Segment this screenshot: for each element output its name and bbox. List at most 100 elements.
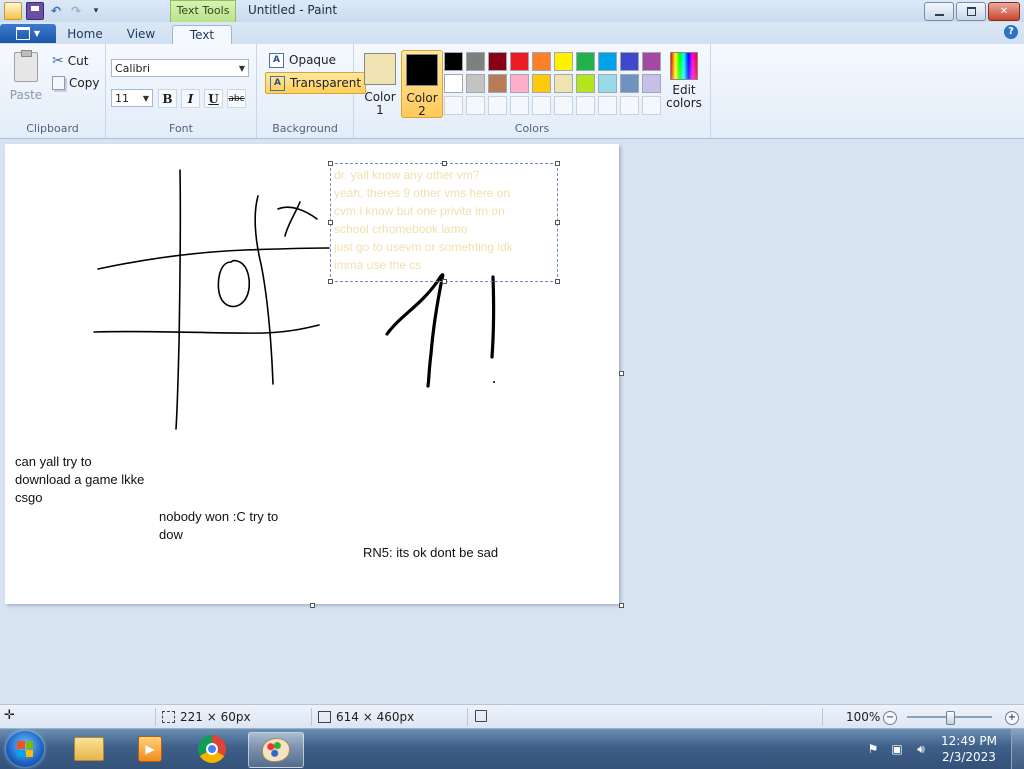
palette-custom-slot[interactable] (532, 96, 551, 115)
selection-handle-sw[interactable] (328, 279, 333, 284)
grid-line-vertical-left (175, 169, 182, 430)
taskbar-explorer[interactable] (66, 732, 112, 766)
canvas-resize-handle-corner[interactable] (619, 603, 624, 608)
start-button[interactable] (6, 731, 44, 767)
volume-icon[interactable]: 🔊︎ (913, 741, 929, 757)
number-one-stroke (385, 273, 445, 388)
palette-swatch[interactable] (598, 74, 617, 93)
italic-button[interactable]: I (181, 89, 200, 108)
palette-swatch[interactable] (444, 52, 463, 71)
selection-handle-n[interactable] (442, 161, 447, 166)
palette-custom-slot[interactable] (576, 96, 595, 115)
palette-custom-slot[interactable] (488, 96, 507, 115)
palette-custom-slot[interactable] (620, 96, 639, 115)
show-desktop-button[interactable] (1011, 729, 1024, 769)
selection-handle-nw[interactable] (328, 161, 333, 166)
palette-swatch[interactable] (576, 52, 595, 71)
font-family-select[interactable]: Calibri ▼ (111, 59, 249, 77)
opaque-button[interactable]: A Opaque (265, 50, 340, 70)
ribbon-tab-row: ▼ Home View Text ? (0, 22, 1024, 46)
selection-handle-e[interactable] (555, 220, 560, 225)
selection-handle-w[interactable] (328, 220, 333, 225)
palette-swatch[interactable] (488, 74, 507, 93)
palette-swatch[interactable] (466, 52, 485, 71)
drawing-canvas[interactable]: can yall try to download a game lkke csg… (5, 144, 619, 604)
zoom-slider-thumb[interactable] (946, 711, 955, 725)
zoom-out-button[interactable]: − (883, 711, 897, 725)
palette-swatch[interactable] (620, 74, 639, 93)
maximize-button[interactable] (956, 2, 986, 21)
paint-menu-button[interactable]: ▼ (0, 24, 56, 43)
status-separator (311, 708, 312, 726)
underline-button[interactable]: U (204, 89, 223, 108)
selection-handle-se[interactable] (555, 279, 560, 284)
palette-swatch[interactable] (620, 52, 639, 71)
text-tools-context-label: Text Tools (170, 0, 236, 23)
font-size-select[interactable]: 11 ▼ (111, 89, 153, 107)
canvas-size: 614 × 460px (318, 710, 414, 724)
copy-button[interactable]: Copy (52, 74, 99, 92)
palette-swatch[interactable] (598, 52, 617, 71)
ribbon: Paste ✂ Cut Copy Clipboard Calibri ▼ 11 … (0, 44, 1024, 139)
color2-button[interactable]: Color 2 (401, 50, 443, 118)
palette-swatch[interactable] (466, 74, 485, 93)
strikethrough-button[interactable]: abc (227, 89, 246, 108)
palette-swatch[interactable] (532, 74, 551, 93)
tab-text[interactable]: Text (172, 25, 232, 46)
action-center-icon[interactable]: ⚑ (865, 741, 881, 757)
save-icon[interactable] (26, 2, 44, 20)
palette-swatch[interactable] (642, 74, 661, 93)
palette-swatch[interactable] (576, 74, 595, 93)
selection-handle-s[interactable] (442, 279, 447, 284)
palette-custom-slot[interactable] (598, 96, 617, 115)
palette-swatch[interactable] (532, 52, 551, 71)
tab-view[interactable]: View (118, 25, 164, 44)
selection-text[interactable]: dr. yall know any other vm? yeah, theres… (334, 166, 513, 274)
palette-custom-slot[interactable] (444, 96, 463, 115)
text-selection-box[interactable]: dr. yall know any other vm? yeah, theres… (328, 161, 560, 284)
selection-line-3: cvm i know but one privite im on (334, 204, 505, 218)
grid-line-vertical-right (254, 195, 274, 385)
palette-swatch[interactable] (642, 52, 661, 71)
canvas-text-3: RN5: its ok dont be sad (363, 545, 499, 560)
palette-swatch[interactable] (510, 74, 529, 93)
palette-swatch[interactable] (554, 52, 573, 71)
canvas-resize-handle-bottom[interactable] (310, 603, 315, 608)
workspace: can yall try to download a game lkke csg… (0, 139, 1024, 704)
palette-swatch[interactable] (554, 74, 573, 93)
palette-swatch[interactable] (510, 52, 529, 71)
palette-custom-slot[interactable] (510, 96, 529, 115)
taskbar-paint[interactable] (248, 732, 304, 768)
network-icon[interactable]: ▣ (889, 741, 905, 757)
paste-button[interactable]: Paste (8, 50, 44, 104)
zoom-in-button[interactable]: + (1005, 711, 1019, 725)
minimize-button[interactable] (924, 2, 954, 21)
taskbar-media-player[interactable]: ▶ (127, 732, 173, 766)
help-icon[interactable]: ? (1004, 25, 1018, 39)
clock[interactable]: 12:49 PM 2/3/2023 (939, 733, 999, 765)
quick-access-toolbar: ↶ ↷ ▾ (4, 2, 104, 20)
undo-icon[interactable]: ↶ (48, 3, 64, 19)
selection-handle-ne[interactable] (555, 161, 560, 166)
customize-qat-icon[interactable]: ▾ (88, 3, 104, 19)
palette-custom-slot[interactable] (466, 96, 485, 115)
transparent-button[interactable]: A Transparent (265, 72, 367, 94)
edit-colors-button[interactable]: Edit colors (666, 52, 702, 110)
taskbar-chrome[interactable] (189, 732, 235, 766)
color2-swatch (406, 54, 438, 86)
close-button[interactable]: ✕ (988, 2, 1020, 21)
color1-button[interactable]: Color 1 (360, 50, 400, 117)
canvas-resize-handle-right[interactable] (619, 371, 624, 376)
selection-line-6: imma use the cs (334, 258, 422, 272)
palette-custom-slot[interactable] (554, 96, 573, 115)
paint-app-icon[interactable] (4, 2, 22, 20)
palette-swatch[interactable] (444, 74, 463, 93)
selection-line-1: dr. yall know any other vm? (334, 168, 480, 182)
redo-icon[interactable]: ↷ (68, 3, 84, 19)
bold-button[interactable]: B (158, 89, 177, 108)
palette-swatch[interactable] (488, 52, 507, 71)
paste-icon (14, 50, 38, 82)
tab-home[interactable]: Home (62, 25, 108, 44)
palette-custom-slot[interactable] (642, 96, 661, 115)
cut-button[interactable]: ✂ Cut (52, 52, 88, 70)
